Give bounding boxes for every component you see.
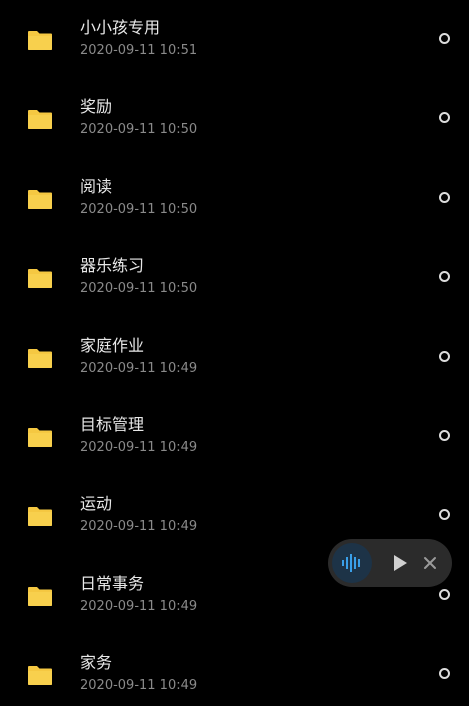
file-name: 目标管理 — [80, 414, 145, 434]
select-radio[interactable] — [439, 350, 450, 362]
select-radio[interactable] — [439, 33, 450, 44]
file-name: 奖励 — [80, 97, 113, 117]
folder-icon — [27, 188, 53, 210]
list-item[interactable]: 家庭作业 2020-09-11 10:49 — [0, 309, 469, 388]
list-item[interactable]: 阅读 2020-09-11 10:50 — [0, 150, 469, 229]
file-name: 日常事务 — [80, 573, 145, 593]
file-name: 家庭作业 — [80, 335, 145, 355]
list-item[interactable]: 小小孩专用 2020-09-11 10:51 — [0, 0, 469, 70]
folder-icon — [27, 585, 53, 607]
file-timestamp: 2020-09-11 10:50 — [80, 122, 198, 138]
select-radio[interactable] — [439, 191, 450, 203]
file-timestamp: 2020-09-11 10:50 — [80, 281, 198, 297]
file-timestamp: 2020-09-11 10:49 — [80, 360, 198, 376]
file-name: 小小孩专用 — [80, 18, 161, 37]
select-radio[interactable] — [439, 588, 450, 600]
folder-icon — [27, 347, 53, 369]
file-list: 小小孩专用 2020-09-11 10:51 奖励 2020-09-11 10:… — [0, 0, 469, 706]
file-timestamp: 2020-09-11 10:49 — [80, 598, 198, 614]
list-item[interactable]: 家务 2020-09-11 10:49 — [0, 626, 469, 705]
audio-player-pill[interactable] — [328, 539, 452, 587]
folder-icon — [27, 426, 53, 448]
list-item[interactable]: 奖励 2020-09-11 10:50 — [0, 70, 469, 149]
file-timestamp: 2020-09-11 10:49 — [80, 439, 198, 455]
file-name: 运动 — [80, 494, 113, 514]
select-radio[interactable] — [439, 271, 450, 283]
file-timestamp: 2020-09-11 10:51 — [80, 43, 198, 58]
file-timestamp: 2020-09-11 10:49 — [80, 678, 198, 694]
file-timestamp: 2020-09-11 10:49 — [80, 519, 198, 535]
list-item[interactable]: 运动 2020-09-11 10:49 — [0, 467, 469, 546]
select-radio[interactable] — [439, 668, 450, 680]
folder-icon — [27, 108, 53, 130]
file-timestamp: 2020-09-11 10:50 — [80, 201, 198, 217]
folder-icon — [27, 267, 53, 289]
select-radio[interactable] — [439, 112, 450, 124]
select-radio[interactable] — [439, 509, 450, 521]
select-radio[interactable] — [439, 429, 450, 441]
folder-icon — [27, 505, 53, 527]
close-icon[interactable] — [423, 555, 437, 574]
folder-icon — [27, 664, 53, 686]
folder-icon — [27, 29, 53, 51]
file-name: 家务 — [80, 653, 113, 673]
list-item[interactable]: 目标管理 2020-09-11 10:49 — [0, 388, 469, 467]
file-name: 器乐练习 — [80, 256, 145, 276]
play-icon[interactable] — [392, 554, 408, 576]
list-item[interactable]: 器乐练习 2020-09-11 10:50 — [0, 229, 469, 308]
audio-wave-icon[interactable] — [332, 543, 372, 583]
file-name: 阅读 — [80, 176, 113, 196]
